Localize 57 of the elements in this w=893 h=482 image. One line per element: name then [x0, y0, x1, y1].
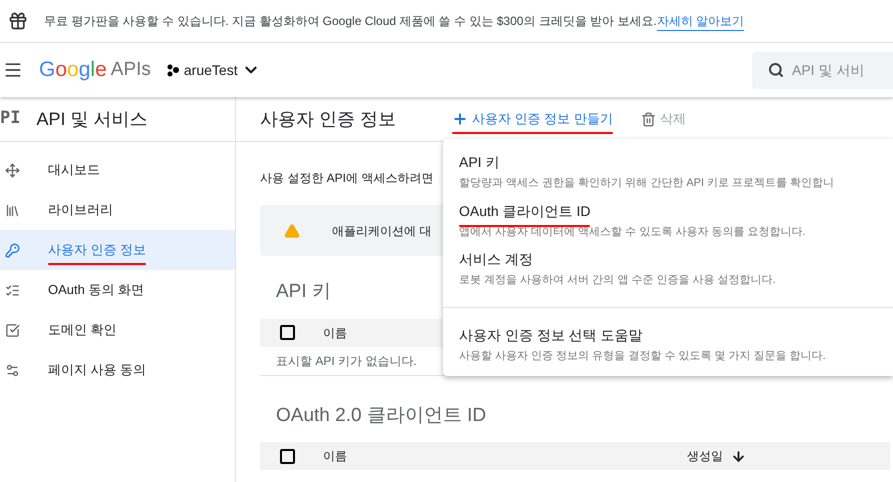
sidebar-item[interactable]: 도메인 확인 [0, 310, 235, 350]
menu-item-title: 사용자 인증 정보 선택 도움말 [459, 326, 643, 344]
key-icon [5, 242, 20, 258]
sidebar-label: 페이지 사용 동의 [48, 361, 146, 380]
menu-item-description: 로봇 계정을 사용하여 서버 간의 앱 수준 인증을 사용 설정합니다. [459, 273, 777, 288]
menu-item[interactable]: API 키 할당량과 액세스 권한을 확인하기 위해 간단한 API 키로 프로젝트를 확인합니 [443, 147, 893, 196]
page-title: 사용자 인증 정보 [260, 108, 396, 130]
section-title: OAuth 2.0 클라이언트 ID [276, 404, 488, 428]
section-title: API 키 [276, 280, 331, 304]
checkbox-icon [5, 322, 20, 338]
arrows-icon [5, 162, 20, 178]
plus-icon [452, 111, 468, 127]
search-box[interactable]: API 및 서비 [752, 52, 893, 88]
learn-more-link[interactable]: 자세히 알아보기 [656, 12, 744, 30]
sidebar-label: OAuth 동의 화면 [48, 281, 144, 300]
menu-item-title: API 키 [459, 153, 500, 172]
project-icon [166, 64, 180, 76]
sidebar-label: 사용자 인증 정보 [48, 240, 146, 260]
column-header: 이름 [323, 448, 347, 465]
search-field[interactable]: API 및 서비 [792, 60, 882, 80]
warning-icon [284, 222, 300, 238]
sidebar-item[interactable]: 페이지 사용 동의 [0, 350, 235, 390]
sidebar-item[interactable]: 사용자 인증 정보 [0, 230, 235, 270]
sidebar-title: API 및 서비스 [36, 108, 148, 130]
menu-item[interactable]: OAuth 클라이언트 ID 앱에서 사용자 데이터에 액세스할 수 있도록 사용자 동의를 요청합니다. [443, 196, 893, 244]
sidebar-item[interactable]: OAuth 동의 화면 [0, 270, 235, 310]
sidebar-item[interactable]: 라이브러리 [0, 190, 235, 230]
banner-text: 무료 평가판을 사용할 수 있습니다. 지금 활성화하여 Google Cloud 제품에 쓸 수 있는 $300의 크레딧을 받아 보세요. [44, 13, 657, 30]
create-credentials-button[interactable]: 사용자 인증 정보 만들기 [452, 109, 613, 129]
menu-item[interactable]: 서비스 계정 로봇 계정을 사용하여 서버 간의 앱 수준 인증을 사용 설정합니다. [443, 244, 893, 292]
sidebar-label: 라이브러리 [48, 201, 113, 220]
sidebar-label: 도메인 확인 [48, 321, 117, 340]
notice-text: 애플리케이션에 대 [332, 222, 432, 240]
column-header: 이름 [323, 324, 347, 342]
intro-text: 사용 설정한 API에 액세스하려면 [260, 170, 434, 187]
menu-item-title: 서비스 계정 [459, 250, 533, 269]
trash-icon [640, 112, 656, 126]
menu-item[interactable]: 사용자 인증 정보 선택 도움말 사용할 사용자 인증 정보의 유형을 결정할 수 있도록 몇 가지 질문을 합니다. [443, 320, 893, 368]
api-label: PI [0, 107, 20, 130]
sort-arrow-icon [731, 448, 746, 464]
menu-item-title: OAuth 클라이언트 ID [459, 200, 590, 222]
gift-icon [8, 11, 28, 31]
search-icon [768, 62, 784, 78]
menu-item-description: 사용할 사용자 인증 정보의 유형을 결정할 수 있도록 몇 가지 질문을 합니다. [459, 348, 827, 364]
google-logo: Google [39, 57, 107, 84]
column-header: 생성일 [687, 447, 746, 465]
sidebar-item[interactable]: 대시보드 [0, 150, 235, 190]
menu-item-description: 할당량과 액세스 권한을 확인하기 위해 간단한 API 키로 프로젝트를 확인합니 [459, 176, 836, 191]
project-selector[interactable]: arueTest [184, 60, 260, 80]
menu-item-description: 앱에서 사용자 데이터에 액세스할 수 있도록 사용자 동의를 요청합니다. [459, 224, 807, 240]
sidebar-label: 대시보드 [48, 161, 100, 180]
checkbox[interactable] [280, 448, 295, 464]
dotted-list-icon [5, 282, 20, 298]
columns-icon [5, 202, 20, 218]
apis-logo: APIs [110, 58, 151, 82]
empty-message: 표시할 API 키가 없습니다. [276, 352, 417, 370]
checkbox[interactable] [280, 325, 295, 340]
